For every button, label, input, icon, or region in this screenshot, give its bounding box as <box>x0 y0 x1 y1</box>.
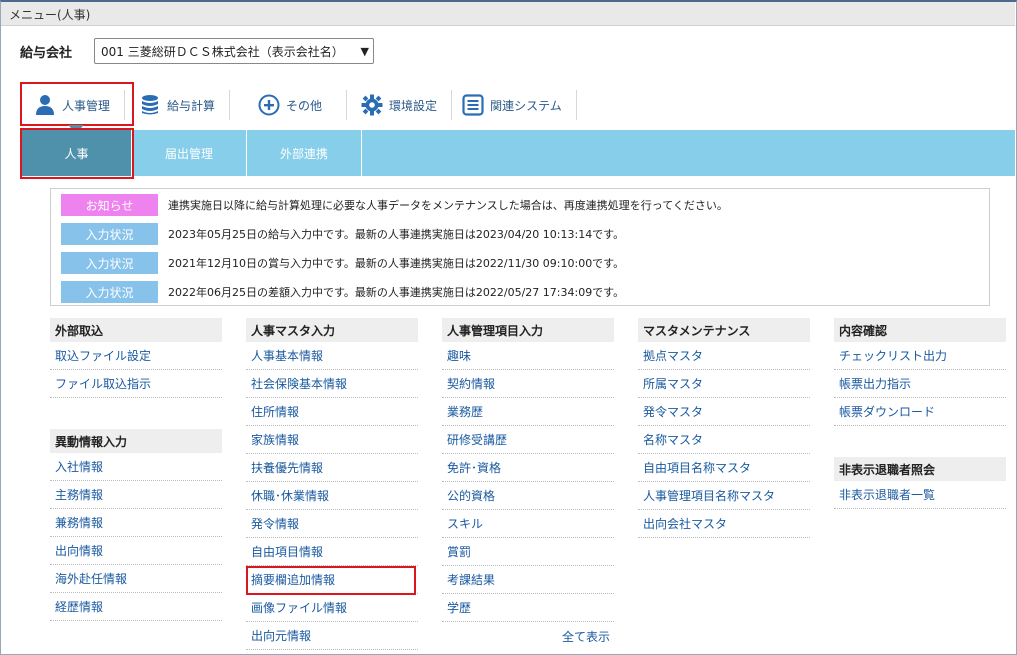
menu-link[interactable]: 学歴 <box>442 594 614 622</box>
section-title: マスタメンテナンス <box>638 318 810 342</box>
section-title: 人事管理項目入力 <box>442 318 614 342</box>
database-icon <box>139 94 161 116</box>
status-badge: 入力状況 <box>61 223 158 245</box>
menu-link[interactable]: 経歴情報 <box>50 593 222 621</box>
topnav-label: 関連システム <box>490 98 562 113</box>
menu-link[interactable]: 兼務情報 <box>50 509 222 537</box>
menu-link[interactable]: チェックリスト出力 <box>834 342 1006 370</box>
menu-link[interactable]: 考課結果 <box>442 566 614 594</box>
section-content-confirm: 内容確認 チェックリスト出力 帳票出力指示 帳票ダウンロード <box>834 318 1006 426</box>
menu-link[interactable]: 公的資格 <box>442 482 614 510</box>
status-badge: 入力状況 <box>61 281 158 303</box>
section-hidden-retiree: 非表示退職者照会 非表示退職者一覧 <box>834 457 1006 509</box>
menu-link[interactable]: 出向情報 <box>50 537 222 565</box>
menu-link[interactable]: 扶養優先情報 <box>246 454 418 482</box>
menu-link[interactable]: 契約情報 <box>442 370 614 398</box>
topnav-payroll[interactable]: 給与計算 <box>125 90 231 120</box>
topnav-label: 環境設定 <box>389 98 438 113</box>
notice-row: 入力状況 2023年05月25日の給与入力中です。最新の人事連携実施日は2023… <box>61 222 979 246</box>
menu-link[interactable]: 出向元情報 <box>246 622 418 650</box>
section-title: 外部取込 <box>50 318 222 342</box>
topnav-label: その他 <box>286 98 323 113</box>
menu-link[interactable]: 自由項目情報 <box>246 538 418 566</box>
status-badge: 入力状況 <box>61 252 158 274</box>
chevron-down-icon: ▼ <box>360 44 370 58</box>
menu-link[interactable]: ファイル取込指示 <box>50 370 222 398</box>
menu-link[interactable]: 帳票出力指示 <box>834 370 1006 398</box>
topnav-settings[interactable]: 環境設定 <box>347 90 453 120</box>
notice-badge: お知らせ <box>61 194 158 216</box>
section-title: 人事マスタ入力 <box>246 318 418 342</box>
menu-link[interactable]: 所属マスタ <box>638 370 810 398</box>
menu-link[interactable]: スキル <box>442 510 614 538</box>
section-title: 異動情報入力 <box>50 429 222 453</box>
notice-row: お知らせ 連携実施日以降に給与計算処理に必要な人事データをメンテナンスした場合は… <box>61 193 979 217</box>
menu-link[interactable]: 出向会社マスタ <box>638 510 810 538</box>
menu-link[interactable]: 発令マスタ <box>638 398 810 426</box>
menu-link[interactable]: 住所情報 <box>246 398 418 426</box>
topnav-related-systems[interactable]: 関連システム <box>452 90 577 120</box>
topnav-label: 給与計算 <box>167 98 216 113</box>
notice-row: 入力状況 2022年06月25日の差額入力中です。最新の人事連携実施日は2022… <box>61 280 979 304</box>
section-transfer-input: 異動情報入力 入社情報 主務情報 兼務情報 出向情報 海外赴任情報 経歴情報 <box>50 429 222 621</box>
menu-link[interactable]: 拠点マスタ <box>638 342 810 370</box>
notice-text: 2023年05月25日の給与入力中です。最新の人事連携実施日は2023/04/2… <box>168 228 625 241</box>
menu-link[interactable]: 自由項目名称マスタ <box>638 454 810 482</box>
menu-link[interactable]: 帳票ダウンロード <box>834 398 1006 426</box>
section-title: 内容確認 <box>834 318 1006 342</box>
company-label: 給与会社 <box>20 45 73 61</box>
notice-text: 2021年12月10日の賞与入力中です。最新の人事連携実施日は2022/11/3… <box>168 257 625 270</box>
menu-link[interactable]: 主務情報 <box>50 481 222 509</box>
highlight-box-topnav <box>20 82 134 126</box>
menu-link[interactable]: 人事管理項目名称マスタ <box>638 482 810 510</box>
gear-icon <box>361 94 383 116</box>
menu-link[interactable]: 社会保険基本情報 <box>246 370 418 398</box>
sub-nav: 人事 届出管理 外部連携 <box>22 130 1015 176</box>
menu-title: メニュー(人事) <box>1 2 1015 26</box>
highlight-box-link <box>246 566 416 595</box>
menu-link[interactable]: 休職･休業情報 <box>246 482 418 510</box>
menu-link[interactable]: 業務歴 <box>442 398 614 426</box>
show-all-link[interactable]: 全て表示 <box>442 622 614 650</box>
subnav-external-link[interactable]: 外部連携 <box>247 130 362 176</box>
notice-text: 2022年06月25日の差額入力中です。最新の人事連携実施日は2022/05/2… <box>168 286 625 299</box>
section-title: 非表示退職者照会 <box>834 457 1006 481</box>
menu-link[interactable]: 非表示退職者一覧 <box>834 481 1006 509</box>
company-select[interactable]: 001 三菱総研ＤＣＳ株式会社（表示会社名） ▼ <box>94 38 375 64</box>
menu-link[interactable]: 家族情報 <box>246 426 418 454</box>
subnav-notification[interactable]: 届出管理 <box>132 130 247 176</box>
company-select-value: 001 三菱総研ＤＣＳ株式会社（表示会社名） <box>101 44 344 59</box>
menu-link[interactable]: 賞罰 <box>442 538 614 566</box>
list-icon <box>462 94 484 116</box>
notice-row: 入力状況 2021年12月10日の賞与入力中です。最新の人事連携実施日は2022… <box>61 251 979 275</box>
menu-link[interactable]: 免許･資格 <box>442 454 614 482</box>
menu-link[interactable]: 名称マスタ <box>638 426 810 454</box>
notice-panel: お知らせ 連携実施日以降に給与計算処理に必要な人事データをメンテナンスした場合は… <box>50 188 990 306</box>
section-item-input: 人事管理項目入力 趣味 契約情報 業務歴 研修受講歴 免許･資格 公的資格 スキ… <box>442 318 614 650</box>
menu-link[interactable]: 入社情報 <box>50 453 222 481</box>
menu-link[interactable]: 人事基本情報 <box>246 342 418 370</box>
menu-link[interactable]: 趣味 <box>442 342 614 370</box>
menu-link[interactable]: 発令情報 <box>246 510 418 538</box>
highlight-box-subnav <box>20 128 134 179</box>
section-master-input: 人事マスタ入力 人事基本情報 社会保険基本情報 住所情報 家族情報 扶養優先情報… <box>246 318 418 650</box>
section-external-import: 外部取込 取込ファイル設定 ファイル取込指示 <box>50 318 222 398</box>
section-master-maintenance: マスタメンテナンス 拠点マスタ 所属マスタ 発令マスタ 名称マスタ 自由項目名称… <box>638 318 810 538</box>
topnav-other[interactable]: その他 <box>230 90 348 120</box>
menu-link[interactable]: 海外赴任情報 <box>50 565 222 593</box>
plus-circle-icon <box>258 94 280 116</box>
company-row: 給与会社 001 三菱総研ＤＣＳ株式会社（表示会社名） ▼ <box>20 38 375 64</box>
menu-link[interactable]: 画像ファイル情報 <box>246 594 418 622</box>
menu-link[interactable]: 取込ファイル設定 <box>50 342 222 370</box>
notice-text: 連携実施日以降に給与計算処理に必要な人事データをメンテナンスした場合は、再度連携… <box>168 199 728 212</box>
menu-link[interactable]: 研修受講歴 <box>442 426 614 454</box>
